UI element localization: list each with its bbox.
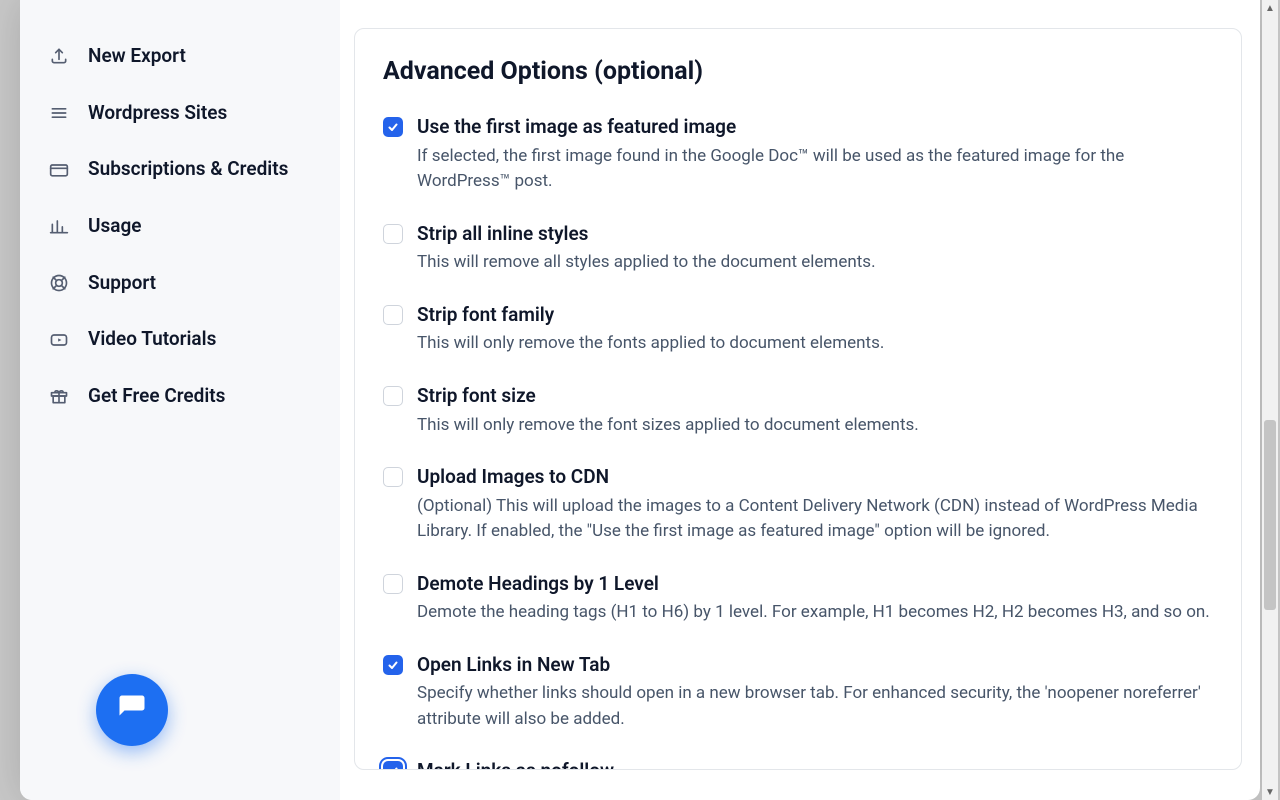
option-checkbox[interactable] bbox=[383, 574, 403, 594]
sidebar: New Export Wordpress Sites Subscriptions… bbox=[20, 0, 340, 800]
sidebar-item-usage[interactable]: Usage bbox=[20, 198, 340, 255]
option-row: Strip all inline styles This will remove … bbox=[383, 221, 1213, 276]
option-text: Open Links in New Tab Specify whether lin… bbox=[417, 652, 1213, 733]
sidebar-item-get-free-credits[interactable]: Get Free Credits bbox=[20, 368, 340, 425]
option-title: Demote Headings by 1 Level bbox=[417, 571, 1213, 597]
option-row: Open Links in New Tab Specify whether lin… bbox=[383, 652, 1213, 733]
scroll-up-button[interactable]: ▲ bbox=[1262, 0, 1278, 16]
option-row: Demote Headings by 1 Level Demote the hea… bbox=[383, 571, 1213, 626]
sidebar-item-label: Wordpress Sites bbox=[88, 101, 227, 126]
upload-icon bbox=[48, 45, 70, 67]
list-icon bbox=[48, 102, 70, 124]
option-checkbox[interactable] bbox=[383, 467, 403, 487]
option-title: Mark Links as nofollow bbox=[417, 758, 1213, 770]
app-window: New Export Wordpress Sites Subscriptions… bbox=[20, 0, 1260, 800]
option-description: If selected, the first image found in th… bbox=[417, 144, 1213, 195]
option-checkbox[interactable] bbox=[383, 117, 403, 137]
panel-title: Advanced Options (optional) bbox=[383, 57, 1213, 86]
page-scrollbar[interactable]: ▲ ▼ bbox=[1262, 0, 1278, 800]
option-row: Upload Images to CDN (Optional) This will… bbox=[383, 464, 1213, 545]
option-checkbox[interactable] bbox=[383, 386, 403, 406]
sidebar-item-label: Get Free Credits bbox=[88, 384, 225, 409]
sidebar-item-label: Subscriptions & Credits bbox=[88, 157, 288, 182]
gift-icon bbox=[48, 385, 70, 407]
option-description: Demote the heading tags (H1 to H6) by 1 … bbox=[417, 600, 1213, 626]
card-icon bbox=[48, 159, 70, 181]
chat-icon bbox=[117, 693, 147, 727]
option-description: This will only remove the fonts applied … bbox=[417, 331, 1213, 357]
option-checkbox[interactable] bbox=[383, 761, 403, 770]
sidebar-item-wordpress-sites[interactable]: Wordpress Sites bbox=[20, 85, 340, 142]
sidebar-item-label: New Export bbox=[88, 44, 186, 69]
sidebar-item-subscriptions-credits[interactable]: Subscriptions & Credits bbox=[20, 141, 340, 198]
option-row: Use the first image as featured image If … bbox=[383, 114, 1213, 195]
option-title: Strip all inline styles bbox=[417, 221, 1213, 247]
option-row: Mark Links as nofollow bbox=[383, 758, 1213, 770]
option-title: Use the first image as featured image bbox=[417, 114, 1213, 140]
option-description: Specify whether links should open in a n… bbox=[417, 681, 1213, 732]
option-description: (Optional) This will upload the images t… bbox=[417, 494, 1213, 545]
option-title: Strip font size bbox=[417, 383, 1213, 409]
option-checkbox[interactable] bbox=[383, 305, 403, 325]
option-checkbox[interactable] bbox=[383, 655, 403, 675]
option-text: Strip font family This will only remove t… bbox=[417, 302, 1213, 357]
option-description: This will only remove the font sizes app… bbox=[417, 413, 1213, 439]
sidebar-nav: New Export Wordpress Sites Subscriptions… bbox=[20, 28, 340, 780]
sidebar-item-label: Usage bbox=[88, 214, 141, 239]
option-description: This will remove all styles applied to t… bbox=[417, 250, 1213, 276]
option-title: Open Links in New Tab bbox=[417, 652, 1213, 678]
option-text: Strip all inline styles This will remove … bbox=[417, 221, 1213, 276]
advanced-options-panel: Advanced Options (optional) Use the firs… bbox=[354, 28, 1242, 770]
option-text: Demote Headings by 1 Level Demote the hea… bbox=[417, 571, 1213, 626]
option-text: Mark Links as nofollow bbox=[417, 758, 1213, 770]
lifebuoy-icon bbox=[48, 272, 70, 294]
sidebar-item-label: Support bbox=[88, 271, 156, 296]
option-checkbox[interactable] bbox=[383, 224, 403, 244]
sidebar-item-new-export[interactable]: New Export bbox=[20, 28, 340, 85]
option-text: Upload Images to CDN (Optional) This will… bbox=[417, 464, 1213, 545]
main-content: Advanced Options (optional) Use the firs… bbox=[340, 0, 1260, 800]
options-list: Use the first image as featured image If … bbox=[383, 114, 1213, 770]
option-row: Strip font size This will only remove the… bbox=[383, 383, 1213, 438]
chat-button[interactable] bbox=[96, 674, 168, 746]
option-title: Strip font family bbox=[417, 302, 1213, 328]
option-row: Strip font family This will only remove t… bbox=[383, 302, 1213, 357]
sidebar-item-video-tutorials[interactable]: Video Tutorials bbox=[20, 311, 340, 368]
sidebar-item-label: Video Tutorials bbox=[88, 327, 216, 352]
scroll-down-button[interactable]: ▼ bbox=[1262, 784, 1278, 800]
chart-icon bbox=[48, 215, 70, 237]
option-text: Use the first image as featured image If … bbox=[417, 114, 1213, 195]
sidebar-item-support[interactable]: Support bbox=[20, 255, 340, 312]
option-title: Upload Images to CDN bbox=[417, 464, 1213, 490]
option-text: Strip font size This will only remove the… bbox=[417, 383, 1213, 438]
video-icon bbox=[48, 329, 70, 351]
scroll-thumb[interactable] bbox=[1264, 420, 1276, 610]
